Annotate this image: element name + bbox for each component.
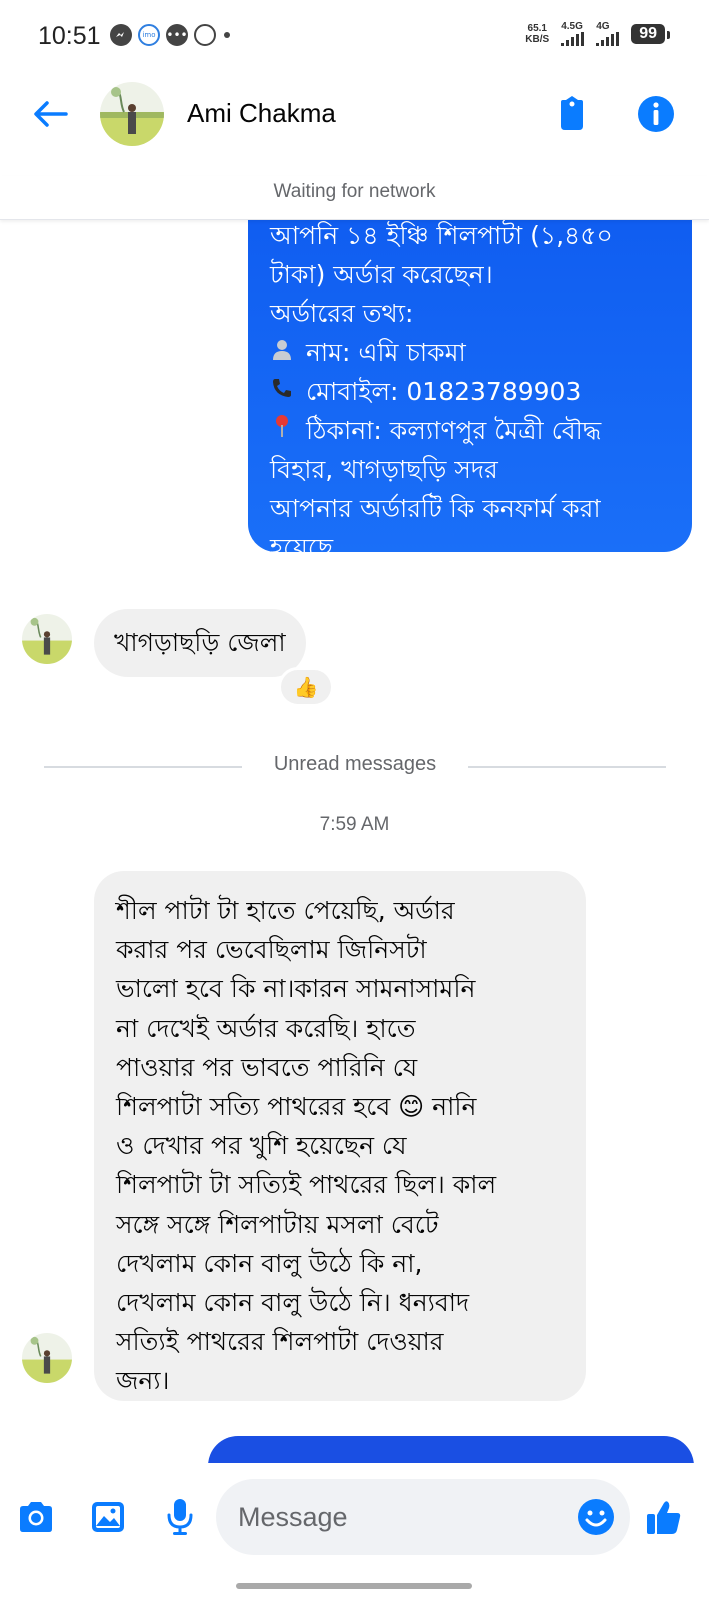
camera-button[interactable]	[12, 1493, 60, 1541]
messenger-notification-icon	[110, 24, 132, 46]
notification-icons: imo •••	[110, 24, 230, 46]
message-line: সত্যিই পাথরের শিলপাটা দেওয়ার	[116, 1327, 444, 1357]
message-composer	[0, 1463, 709, 1573]
thumbs-up-reaction-icon: 👍	[293, 675, 319, 699]
image-icon	[92, 1502, 124, 1532]
emoji-button[interactable]	[576, 1497, 616, 1537]
voice-record-button[interactable]	[156, 1493, 204, 1541]
chat-header: Ami Chakma	[0, 76, 709, 156]
sender-avatar[interactable]	[22, 1333, 72, 1383]
message-line: অর্ডারের তথ্য:	[270, 299, 414, 328]
order-address: ঠিকানা: কল্যাণপুর মৈত্রী বৌদ্ধ	[305, 416, 602, 445]
message-timestamp: 7:59 AM	[319, 814, 390, 835]
person-icon	[270, 333, 298, 372]
tag-button[interactable]	[552, 94, 592, 134]
info-icon	[638, 96, 674, 132]
signal-bars-icon	[596, 32, 620, 46]
message-input[interactable]	[216, 1479, 630, 1555]
message-line: ভালো হবে কি না।কারন সামনাসামনি	[116, 974, 476, 1004]
reaction-badge[interactable]: 👍	[278, 667, 334, 707]
pin-icon	[270, 411, 298, 450]
message-line: মোবাইল: 01823789903	[270, 372, 672, 411]
contact-avatar[interactable]	[100, 82, 164, 146]
message-line: শীল পাটা টা হাতে পেয়েছি, অর্ডার	[116, 896, 455, 925]
outgoing-message-bubble[interactable]: আপনি ১৪ ইঞ্চি শিলপাটা (১,৪৫০ টাকা) অর্ডা…	[248, 220, 692, 562]
message-line: বিহার, খাগড়াছড়ি সদর	[270, 455, 498, 484]
smiley-icon	[578, 1499, 614, 1535]
arrow-left-icon	[34, 101, 68, 127]
message-line: শিলপাটা টা সত্যিই পাথরের ছিল। কাল	[116, 1170, 497, 1200]
message-line: দেখলাম কোন বালু উঠে কি না,	[116, 1248, 423, 1278]
order-name: নাম: এমি চাকমা	[305, 338, 466, 367]
network-speed: 65.1 KB/S	[525, 23, 549, 45]
incoming-message-bubble[interactable]: শীল পাটা টা হাতে পেয়েছি, অর্ডার করার পর…	[94, 871, 586, 1401]
message-line: পাওয়ার পর ভাবতে পারিনি যে	[116, 1052, 418, 1082]
message-line: ঠিকানা: কল্যাণপুর মৈত্রী বৌদ্ধ	[270, 411, 672, 450]
battery-icon: 99	[631, 24, 670, 44]
unread-divider: Unread messages	[44, 751, 666, 781]
avatar-photo	[22, 614, 72, 664]
message-line: শিলপাটা সত্যি পাথরের হবে 😊 নানি	[116, 1092, 477, 1122]
more-notifications-dot	[224, 32, 230, 38]
divider-line	[468, 766, 666, 768]
message-line: করার পর ভেবেছিলাম জিনিসটা	[116, 935, 427, 965]
tag-icon	[561, 96, 583, 130]
status-right: 65.1 KB/S 4.5G 4G 99	[525, 21, 670, 46]
message-line: আপনার অর্ডারটি কি কনফার্ম করা	[270, 494, 601, 523]
microphone-icon	[167, 1499, 193, 1535]
message-line: টাকা) অর্ডার করেছেন।	[270, 260, 493, 289]
phone-icon	[270, 372, 298, 411]
signal-4-5g: 4.5G	[561, 21, 585, 46]
message-line: নাম: এমি চাকমা	[270, 333, 672, 372]
incoming-message-bubble[interactable]: খাগড়াছড়ি জেলা	[94, 609, 306, 677]
status-bar: 10:51 imo ••• 65.1 KB/S 4.5G 4G 99	[0, 0, 709, 76]
message-line: হয়েছে	[270, 533, 334, 562]
message-line: আপনি ১৪ ইঞ্চি শিলপাটা (১,৪৫০	[270, 221, 613, 250]
sync-notification-icon	[194, 24, 216, 46]
imo-notification-icon: imo	[138, 24, 160, 46]
message-line: জন্য।	[116, 1366, 170, 1396]
avatar-photo	[100, 82, 164, 146]
speed-value: 65.1	[527, 23, 547, 34]
order-phone: মোবাইল: 01823789903	[305, 377, 582, 406]
network-type-1: 4.5G	[561, 21, 583, 32]
info-button[interactable]	[636, 94, 676, 134]
message-line: দেখলাম কোন বালু উঠে নি। ধন্যবাদ	[116, 1288, 470, 1318]
avatar-photo	[22, 1333, 72, 1383]
network-status-banner: Waiting for network	[0, 176, 709, 220]
chat-notification-icon: •••	[166, 24, 188, 46]
gallery-button[interactable]	[84, 1493, 132, 1541]
speed-unit: KB/S	[525, 34, 550, 45]
network-type-2: 4G	[596, 21, 610, 32]
unread-label: Unread messages	[273, 753, 437, 775]
signal-4g: 4G	[596, 21, 620, 46]
message-line: সঙ্গে সঙ্গে শিলপাটায় মসলা বেটে	[116, 1209, 439, 1239]
contact-name[interactable]: Ami Chakma	[187, 98, 336, 129]
message-list[interactable]: আপনি ১৪ ইঞ্চি শিলপাটা (১,৪৫০ টাকা) অর্ডা…	[0, 220, 709, 1463]
message-line: ও দেখার পর খুশি হয়েছেন যে	[116, 1131, 407, 1161]
status-time: 10:51	[38, 22, 101, 50]
camera-icon	[20, 1502, 52, 1532]
home-indicator[interactable]	[236, 1583, 472, 1589]
outgoing-message-bubble-partial[interactable]	[208, 1436, 694, 1463]
sender-avatar[interactable]	[22, 614, 72, 664]
back-button[interactable]	[30, 94, 70, 134]
signal-bars-icon	[561, 32, 585, 46]
thumbs-up-icon	[647, 1501, 681, 1534]
like-button[interactable]	[640, 1493, 688, 1541]
message-line: না দেখেই অর্ডার করেছি। হাতে	[116, 1013, 416, 1043]
